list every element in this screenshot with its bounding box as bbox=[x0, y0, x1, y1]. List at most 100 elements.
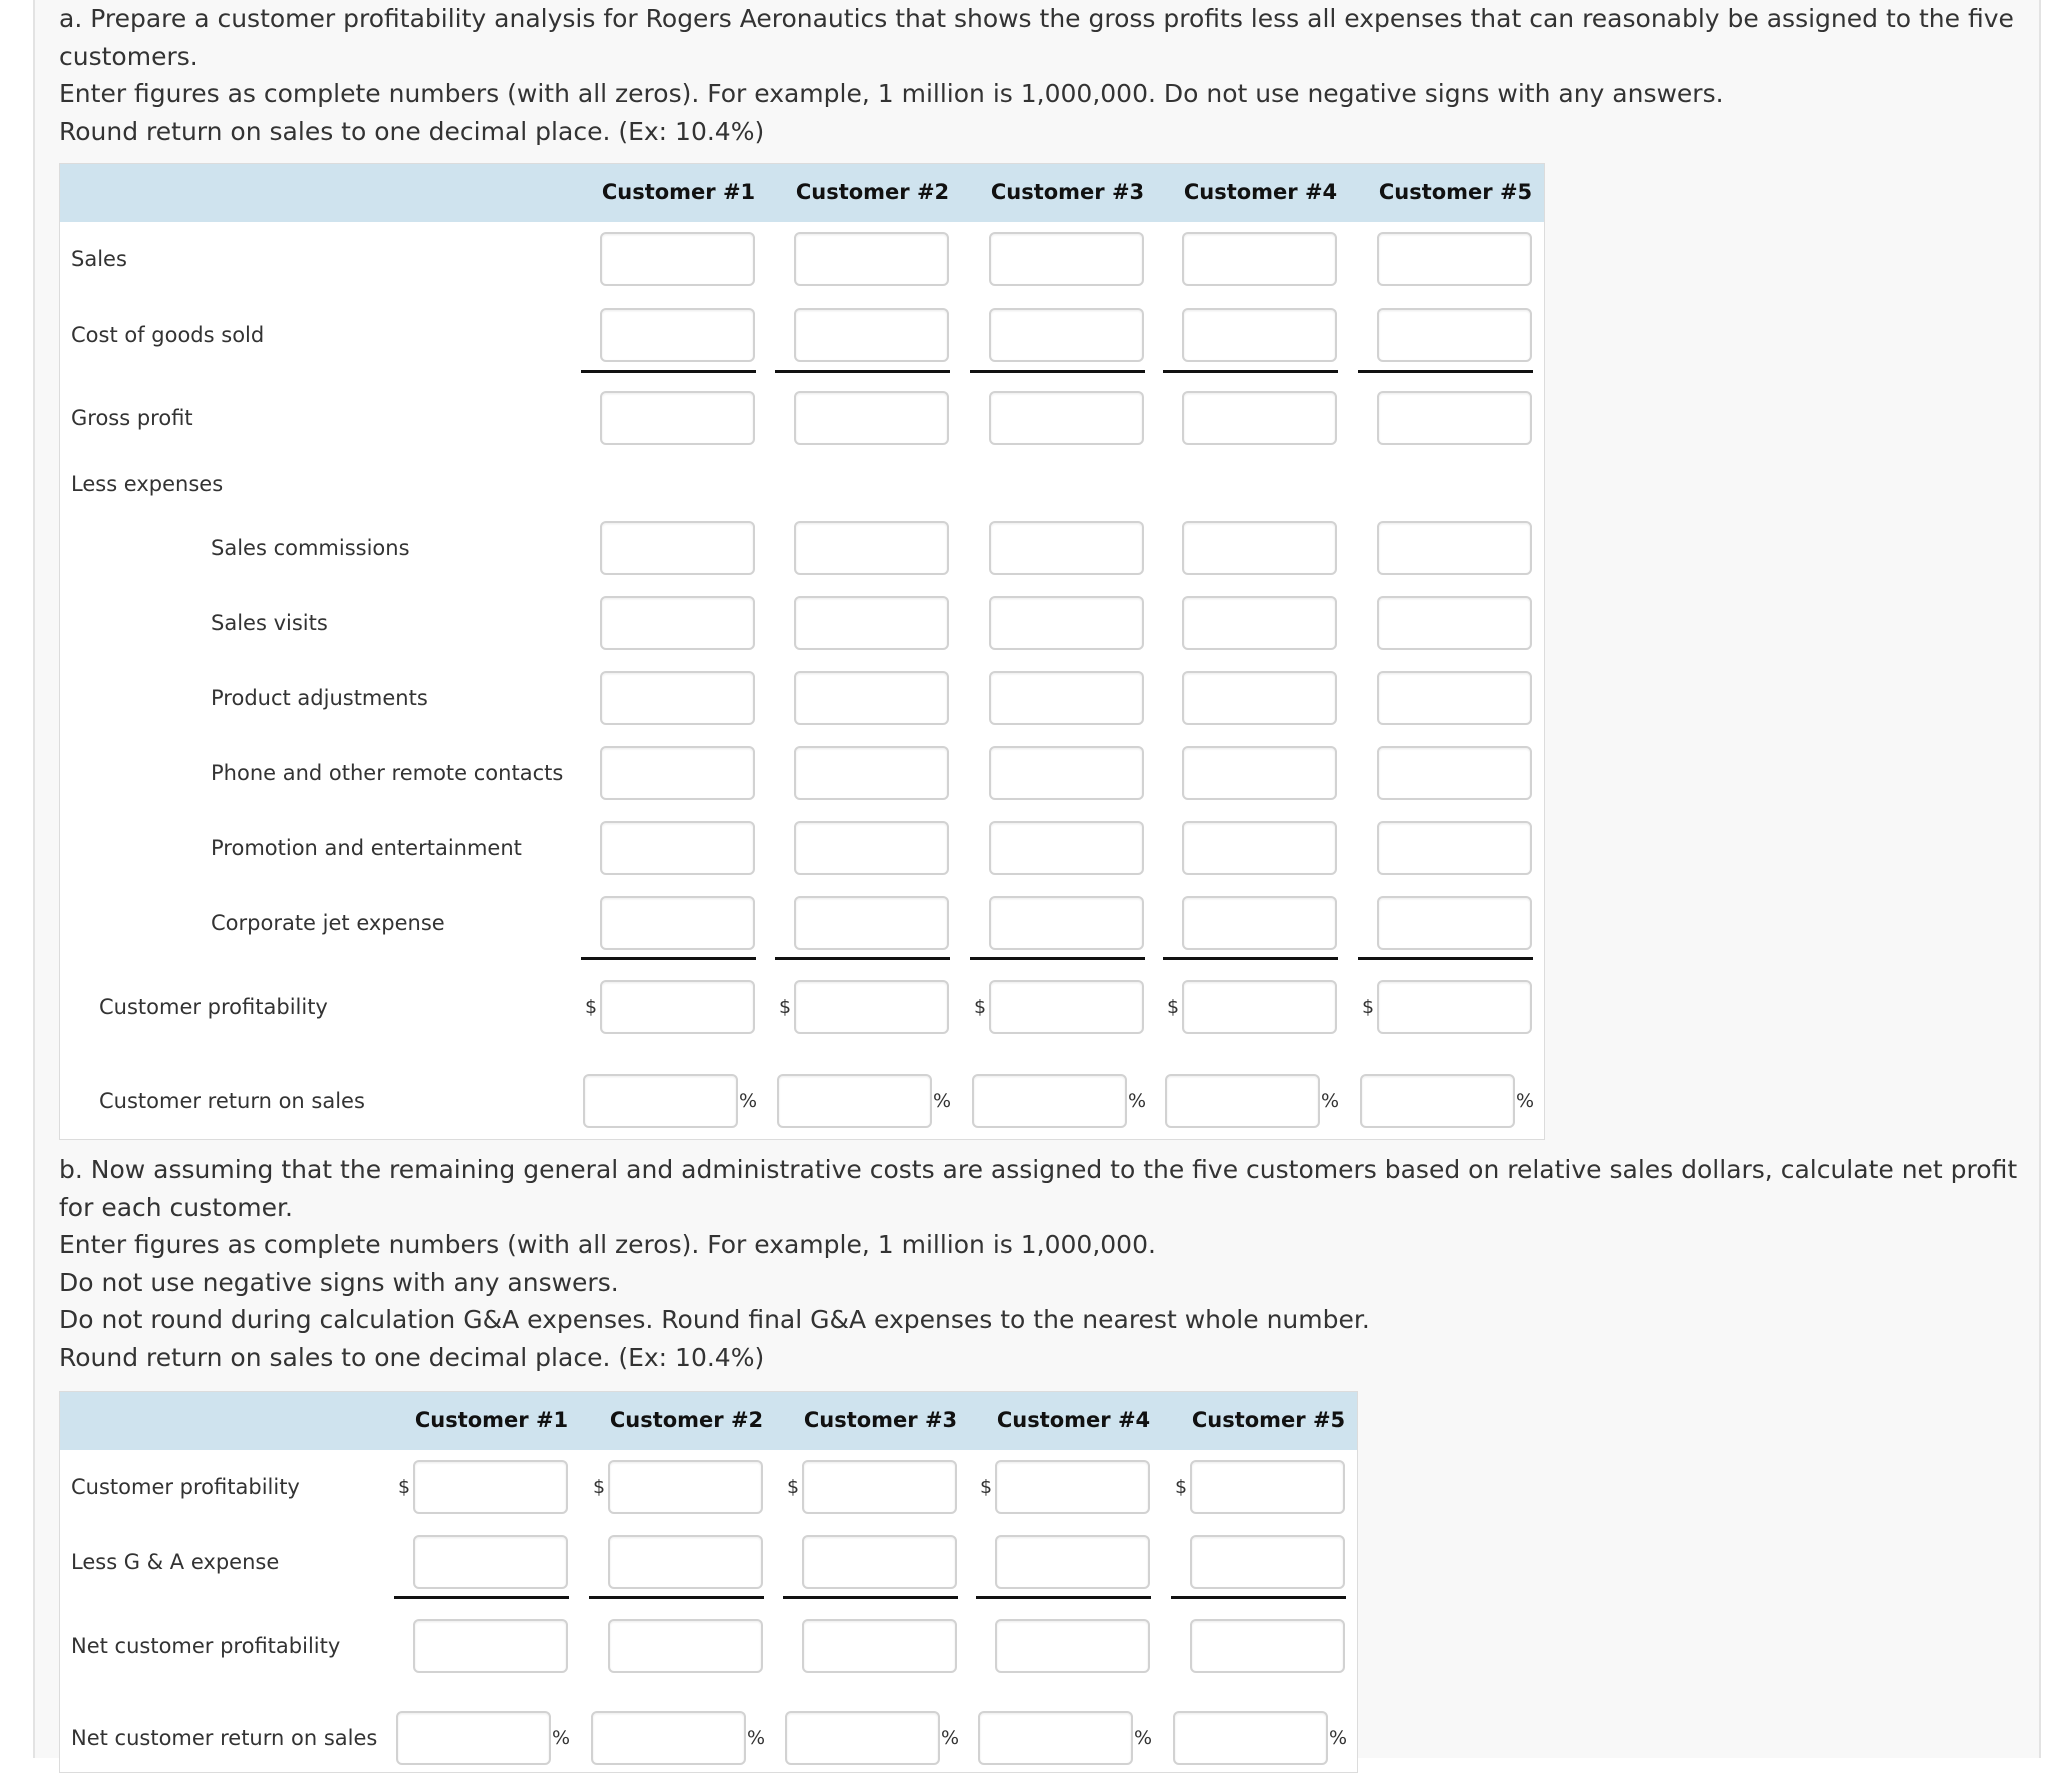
total-underline bbox=[1358, 370, 1533, 373]
phone-input-customer-1[interactable] bbox=[600, 746, 755, 800]
return-on-sales-input-customer-3[interactable] bbox=[972, 1074, 1127, 1128]
return-on-sales-input-customer-4[interactable] bbox=[1165, 1074, 1320, 1128]
b-customer-profitability-input-customer-2[interactable] bbox=[608, 1460, 763, 1514]
customer-profitability-input-customer-3[interactable] bbox=[989, 980, 1144, 1034]
cogs-input-customer-3[interactable] bbox=[989, 308, 1144, 362]
sales-input-customer-1[interactable] bbox=[600, 232, 755, 286]
percent-sign: % bbox=[933, 1090, 952, 1112]
dollar-sign: $ bbox=[398, 1476, 411, 1498]
promotion-input-customer-4[interactable] bbox=[1182, 821, 1337, 875]
jet-input-customer-5[interactable] bbox=[1377, 896, 1532, 950]
phone-input-customer-4[interactable] bbox=[1182, 746, 1337, 800]
product-adjustments-input-customer-2[interactable] bbox=[794, 671, 949, 725]
product-adjustments-input-customer-4[interactable] bbox=[1182, 671, 1337, 725]
b-less-ga-input-customer-4[interactable] bbox=[995, 1535, 1150, 1589]
dollar-sign: $ bbox=[779, 996, 792, 1018]
b-net-return-on-sales-input-customer-1[interactable] bbox=[396, 1711, 551, 1765]
gross-profit-input-customer-5[interactable] bbox=[1377, 391, 1532, 445]
cogs-input-customer-4[interactable] bbox=[1182, 308, 1337, 362]
row-label-sales-visits: Sales visits bbox=[211, 611, 328, 635]
b-net-return-on-sales-input-customer-2[interactable] bbox=[591, 1711, 746, 1765]
return-on-sales-input-customer-5[interactable] bbox=[1360, 1074, 1515, 1128]
row-label-return-on-sales: Customer return on sales bbox=[99, 1089, 365, 1113]
dollar-sign: $ bbox=[974, 996, 987, 1018]
cogs-input-customer-5[interactable] bbox=[1377, 308, 1532, 362]
total-underline bbox=[394, 1596, 569, 1599]
phone-input-customer-3[interactable] bbox=[989, 746, 1144, 800]
row-label-sales-commissions: Sales commissions bbox=[211, 536, 410, 560]
column-header-customer-1: Customer #1 bbox=[601, 180, 756, 204]
dollar-sign: $ bbox=[585, 996, 598, 1018]
gross-profit-input-customer-1[interactable] bbox=[600, 391, 755, 445]
b-net-profitability-input-customer-3[interactable] bbox=[802, 1619, 957, 1673]
column-header-customer-3: Customer #3 bbox=[990, 180, 1145, 204]
product-adjustments-input-customer-3[interactable] bbox=[989, 671, 1144, 725]
gross-profit-input-customer-3[interactable] bbox=[989, 391, 1144, 445]
b-customer-profitability-input-customer-1[interactable] bbox=[413, 1460, 568, 1514]
customer-profitability-input-customer-1[interactable] bbox=[600, 980, 755, 1034]
promotion-input-customer-1[interactable] bbox=[600, 821, 755, 875]
cogs-input-customer-1[interactable] bbox=[600, 308, 755, 362]
sales-visits-input-customer-1[interactable] bbox=[600, 596, 755, 650]
sales-input-customer-4[interactable] bbox=[1182, 232, 1337, 286]
jet-input-customer-3[interactable] bbox=[989, 896, 1144, 950]
part-b-instruction: b. Now assuming that the remaining gener… bbox=[59, 1155, 2018, 1184]
b-net-return-on-sales-input-customer-3[interactable] bbox=[785, 1711, 940, 1765]
sales-visits-input-customer-4[interactable] bbox=[1182, 596, 1337, 650]
customer-profitability-input-customer-2[interactable] bbox=[794, 980, 949, 1034]
dollar-sign: $ bbox=[1362, 996, 1375, 1018]
b-less-ga-input-customer-1[interactable] bbox=[413, 1535, 568, 1589]
sales-commissions-input-customer-4[interactable] bbox=[1182, 521, 1337, 575]
b-net-profitability-input-customer-2[interactable] bbox=[608, 1619, 763, 1673]
jet-input-customer-1[interactable] bbox=[600, 896, 755, 950]
sales-commissions-input-customer-5[interactable] bbox=[1377, 521, 1532, 575]
sales-visits-input-customer-5[interactable] bbox=[1377, 596, 1532, 650]
product-adjustments-input-customer-1[interactable] bbox=[600, 671, 755, 725]
return-on-sales-input-customer-1[interactable] bbox=[583, 1074, 738, 1128]
part-a-instruction: a. Prepare a customer profitability anal… bbox=[59, 4, 2014, 33]
b-customer-profitability-input-customer-4[interactable] bbox=[995, 1460, 1150, 1514]
jet-input-customer-2[interactable] bbox=[794, 896, 949, 950]
b-net-profitability-input-customer-1[interactable] bbox=[413, 1619, 568, 1673]
product-adjustments-input-customer-5[interactable] bbox=[1377, 671, 1532, 725]
return-on-sales-input-customer-2[interactable] bbox=[777, 1074, 932, 1128]
percent-sign: % bbox=[1321, 1090, 1340, 1112]
part-b-instruction: Round return on sales to one decimal pla… bbox=[59, 1342, 765, 1372]
customer-profitability-input-customer-5[interactable] bbox=[1377, 980, 1532, 1034]
b-less-ga-input-customer-3[interactable] bbox=[802, 1535, 957, 1589]
b-customer-profitability-input-customer-3[interactable] bbox=[802, 1460, 957, 1514]
gross-profit-input-customer-2[interactable] bbox=[794, 391, 949, 445]
b-net-return-on-sales-input-customer-4[interactable] bbox=[978, 1711, 1133, 1765]
sales-input-customer-5[interactable] bbox=[1377, 232, 1532, 286]
b-less-ga-input-customer-5[interactable] bbox=[1190, 1535, 1345, 1589]
promotion-input-customer-5[interactable] bbox=[1377, 821, 1532, 875]
sales-input-customer-3[interactable] bbox=[989, 232, 1144, 286]
sales-commissions-input-customer-2[interactable] bbox=[794, 521, 949, 575]
sales-visits-input-customer-3[interactable] bbox=[989, 596, 1144, 650]
cogs-input-customer-2[interactable] bbox=[794, 308, 949, 362]
row-label-phone: Phone and other remote contacts bbox=[211, 761, 564, 785]
total-underline bbox=[970, 957, 1145, 960]
b-net-profitability-input-customer-5[interactable] bbox=[1190, 1619, 1345, 1673]
sales-input-customer-2[interactable] bbox=[794, 232, 949, 286]
b-less-ga-input-customer-2[interactable] bbox=[608, 1535, 763, 1589]
row-label-product-adjustments: Product adjustments bbox=[211, 686, 428, 710]
jet-input-customer-4[interactable] bbox=[1182, 896, 1337, 950]
sales-commissions-input-customer-1[interactable] bbox=[600, 521, 755, 575]
promotion-input-customer-2[interactable] bbox=[794, 821, 949, 875]
total-underline bbox=[1163, 957, 1338, 960]
b-net-profitability-input-customer-4[interactable] bbox=[995, 1619, 1150, 1673]
phone-input-customer-5[interactable] bbox=[1377, 746, 1532, 800]
table-header: Customer #1 Customer #2 Customer #3 Custome… bbox=[60, 1392, 1357, 1450]
row-label-sales: Sales bbox=[71, 247, 127, 271]
phone-input-customer-2[interactable] bbox=[794, 746, 949, 800]
total-underline bbox=[775, 370, 950, 373]
sales-commissions-input-customer-3[interactable] bbox=[989, 521, 1144, 575]
gross-profit-input-customer-4[interactable] bbox=[1182, 391, 1337, 445]
promotion-input-customer-3[interactable] bbox=[989, 821, 1144, 875]
sales-visits-input-customer-2[interactable] bbox=[794, 596, 949, 650]
part-a-instruction: customers. bbox=[59, 41, 198, 71]
customer-profitability-input-customer-4[interactable] bbox=[1182, 980, 1337, 1034]
b-customer-profitability-input-customer-5[interactable] bbox=[1190, 1460, 1345, 1514]
b-net-return-on-sales-input-customer-5[interactable] bbox=[1173, 1711, 1328, 1765]
